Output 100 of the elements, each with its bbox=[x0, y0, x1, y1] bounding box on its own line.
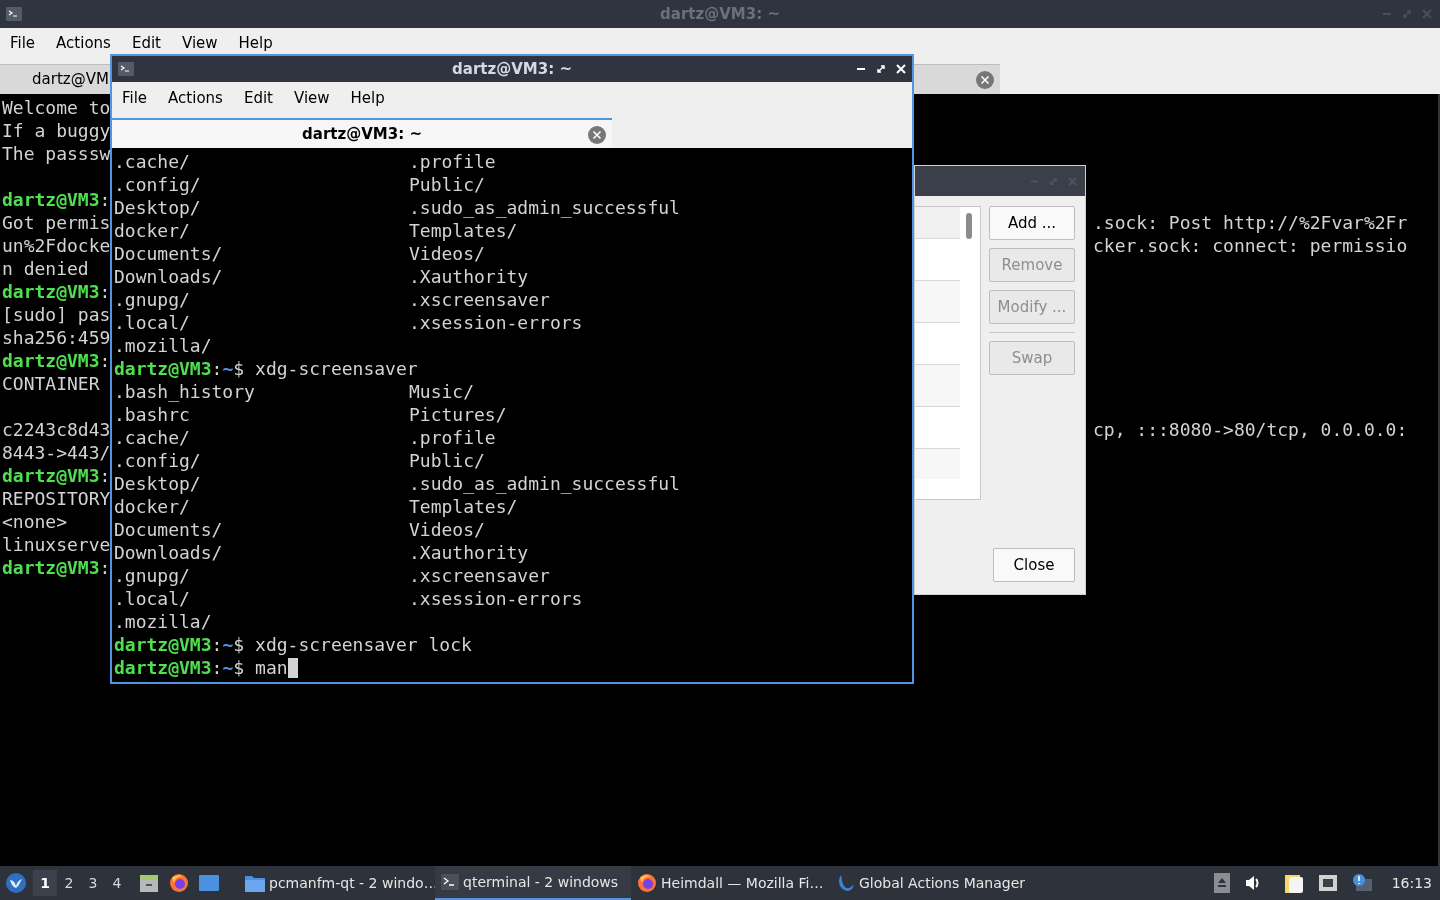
taskbar-button[interactable]: Global Actions Manager bbox=[831, 866, 1031, 900]
prompt-path: ~ bbox=[222, 634, 234, 655]
file-name: Templates/ bbox=[409, 219, 519, 242]
file-name: Videos/ bbox=[409, 518, 486, 541]
file-name: Videos/ bbox=[409, 242, 486, 265]
prompt-user: dartz@VM3 bbox=[114, 634, 212, 655]
output-line: c2243c8d43 bbox=[2, 419, 111, 440]
file-name: Templates/ bbox=[409, 495, 519, 518]
prompt-colon: : bbox=[99, 465, 111, 486]
folder-icon bbox=[245, 874, 265, 892]
start-menu-icon[interactable] bbox=[5, 872, 27, 894]
dialog-button[interactable]: Close bbox=[993, 548, 1075, 582]
prompt-user: dartz@VM3 bbox=[2, 281, 100, 302]
clock[interactable]: 16:13 bbox=[1391, 872, 1432, 894]
file-name: .profile bbox=[409, 150, 497, 173]
output-line: cker.sock: connect: permissio bbox=[1093, 234, 1409, 257]
output-line: The passsw bbox=[2, 143, 111, 164]
file-name: .Xauthority bbox=[409, 265, 530, 288]
file-name: Documents/ bbox=[114, 518, 224, 541]
file-name: Public/ bbox=[409, 173, 486, 196]
command-text: man bbox=[255, 657, 288, 678]
window-title: dartz@VM3: ~ bbox=[452, 58, 572, 80]
prompt-user: dartz@VM3 bbox=[2, 189, 100, 210]
menu-item[interactable]: Edit bbox=[131, 31, 161, 55]
close-tab-icon[interactable] bbox=[976, 70, 994, 89]
terminal-tab[interactable]: dartz@VM3: ~ bbox=[112, 118, 612, 148]
file-name: Downloads/ bbox=[114, 265, 224, 288]
menu-item[interactable]: Help bbox=[350, 86, 385, 110]
taskbar-button[interactable]: pcmanfm-qt - 2 windo… bbox=[239, 866, 435, 900]
output-line: [sudo] pas bbox=[2, 304, 111, 325]
desktop-switch-button[interactable]: 3 bbox=[81, 870, 105, 896]
terminal-icon bbox=[441, 874, 459, 890]
prompt-user: dartz@VM3 bbox=[2, 557, 100, 578]
menu-item[interactable]: Edit bbox=[243, 86, 273, 110]
file-name: .xsession-errors bbox=[409, 587, 584, 610]
file-name: .mozilla/ bbox=[114, 610, 213, 633]
terminal-icon bbox=[6, 7, 22, 21]
output-line: Welcome to bbox=[2, 97, 111, 118]
file-name: .cache/ bbox=[114, 150, 191, 173]
file-name: .sudo_as_admin_successful bbox=[409, 472, 681, 495]
file-cabinet-icon[interactable] bbox=[139, 873, 159, 893]
window-title: dartz@VM3: ~ bbox=[660, 3, 780, 25]
file-name: .sudo_as_admin_successful bbox=[409, 196, 681, 219]
file-name: Desktop/ bbox=[114, 196, 202, 219]
command-text: xdg-screensaver lock bbox=[255, 634, 472, 655]
desktop-icon[interactable] bbox=[199, 874, 219, 892]
prompt-user: dartz@VM3 bbox=[2, 465, 100, 486]
menu-item[interactable]: Actions bbox=[56, 31, 111, 55]
output-line: Got permis bbox=[2, 212, 111, 233]
taskbar-button[interactable]: Heimdall — Mozilla Fi… bbox=[631, 866, 831, 900]
prompt-path: ~ bbox=[222, 358, 234, 379]
scrollbar-thumb[interactable] bbox=[966, 213, 972, 239]
output-line: sha256:459 bbox=[2, 327, 111, 348]
prompt-colon: : bbox=[211, 657, 223, 678]
prompt-colon: : bbox=[99, 281, 111, 302]
file-name: Documents/ bbox=[114, 242, 224, 265]
menu-item[interactable]: Actions bbox=[168, 86, 223, 110]
file-name: .local/ bbox=[114, 587, 191, 610]
prompt-sigil: $ bbox=[233, 358, 245, 379]
notification-icon[interactable] bbox=[1351, 873, 1372, 893]
menu-item[interactable]: View bbox=[293, 86, 330, 110]
dialog-button[interactable]: Add ... bbox=[989, 206, 1075, 240]
prompt-sigil: $ bbox=[233, 657, 245, 678]
output-line: cp, :::8080->80/tcp, 0.0.0.0: bbox=[1093, 418, 1409, 441]
prompt-colon: : bbox=[211, 634, 223, 655]
output-line: CONTAINER bbox=[2, 373, 100, 394]
file-name: .mozilla/ bbox=[114, 334, 213, 357]
prompt-user: dartz@VM3 bbox=[114, 358, 212, 379]
clipboard-icon[interactable] bbox=[1283, 872, 1304, 894]
file-name: docker/ bbox=[114, 495, 191, 518]
file-name: Music/ bbox=[409, 380, 476, 403]
output-line: linuxserve bbox=[2, 534, 111, 555]
file-name: .gnupg/ bbox=[114, 288, 191, 311]
file-name: .config/ bbox=[114, 449, 202, 472]
output-line: .sock: Post http://%2Fvar%2Fr bbox=[1093, 211, 1409, 234]
file-name: .config/ bbox=[114, 173, 202, 196]
desktop-switch-button[interactable]: 1 bbox=[33, 870, 57, 896]
menu-item[interactable]: File bbox=[122, 86, 148, 110]
taskbar-button[interactable]: qterminal - 2 windows bbox=[435, 866, 631, 900]
terminal-icon bbox=[118, 62, 134, 76]
file-name: Downloads/ bbox=[114, 541, 224, 564]
desktop-switch-button[interactable]: 2 bbox=[57, 870, 81, 896]
output-line: 8443->443/ bbox=[2, 442, 111, 463]
file-name: .xscreensaver bbox=[409, 564, 551, 587]
eject-icon[interactable] bbox=[1213, 873, 1230, 893]
menu-item[interactable]: File bbox=[10, 31, 36, 55]
output-line: n denied bbox=[2, 258, 89, 279]
terminal-tab[interactable]: dartz@VM bbox=[0, 64, 110, 94]
desktop-switch-button[interactable]: 4 bbox=[105, 870, 129, 896]
file-name: .profile bbox=[409, 426, 497, 449]
close-tab-icon[interactable] bbox=[588, 126, 606, 144]
prompt-sigil: $ bbox=[233, 634, 245, 655]
prompt-user: dartz@VM3 bbox=[2, 350, 100, 371]
menu-item[interactable]: Help bbox=[238, 31, 273, 55]
firefox-icon[interactable] bbox=[169, 873, 189, 893]
prompt-colon: : bbox=[211, 358, 223, 379]
firefox-icon bbox=[637, 873, 657, 893]
output-line: REPOSITORY bbox=[2, 488, 111, 509]
file-name: docker/ bbox=[114, 219, 191, 242]
menu-item[interactable]: View bbox=[181, 31, 218, 55]
